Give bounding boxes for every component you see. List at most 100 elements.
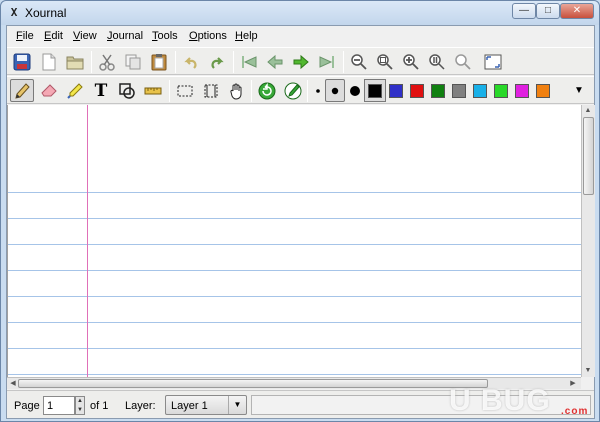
paste-button[interactable] — [147, 50, 171, 73]
layer-select[interactable]: Layer 1 ▼ — [165, 395, 247, 415]
copy-button[interactable] — [121, 50, 145, 73]
margin-line — [87, 105, 88, 377]
client-area: File Edit View Journal Tools Options Hel… — [6, 25, 595, 419]
color-green-button[interactable] — [431, 84, 445, 98]
menu-journal[interactable]: Journal — [107, 30, 143, 42]
toolbar-separator — [307, 80, 308, 102]
menu-view[interactable]: View — [73, 30, 97, 42]
color-magenta-button[interactable] — [515, 84, 529, 98]
color-orange-button[interactable] — [536, 84, 550, 98]
menu-bar: File Edit View Journal Tools Options Hel… — [7, 26, 594, 47]
highlighter-tool-button[interactable] — [63, 79, 87, 102]
hand-icon — [230, 83, 242, 100]
zoom-fit-icon — [377, 53, 393, 70]
thickness-thick-icon — [350, 85, 360, 96]
ruler-button[interactable] — [141, 79, 165, 102]
default-tool-button[interactable] — [255, 79, 279, 102]
page-spinner[interactable]: ▲ ▼ — [75, 396, 85, 415]
chevron-down-icon: ▼ — [574, 85, 584, 96]
pen-tool-button[interactable] — [10, 79, 34, 102]
zoom-custom-button[interactable] — [451, 50, 475, 73]
first-page-icon — [242, 55, 257, 68]
menu-help[interactable]: Help — [235, 30, 258, 42]
menu-file[interactable]: File — [16, 30, 34, 42]
color-light-green-button[interactable] — [494, 84, 508, 98]
thickness-fine-button[interactable] — [310, 79, 326, 102]
highlighter-icon — [67, 82, 83, 99]
eraser-tool-button[interactable] — [37, 79, 61, 102]
menu-options[interactable]: Options — [189, 30, 227, 42]
cut-button[interactable] — [95, 50, 119, 73]
default-pen-button[interactable] — [281, 79, 305, 102]
save-button[interactable] — [10, 50, 34, 73]
select-region-button[interactable] — [199, 79, 223, 102]
eraser-icon — [41, 83, 57, 96]
xournal-app-icon: X — [10, 6, 18, 19]
cut-icon — [99, 54, 115, 71]
chevron-down-icon: ▼ — [228, 396, 246, 414]
thickness-thick-button[interactable] — [345, 79, 365, 102]
scroll-down-arrow-icon[interactable]: ▼ — [582, 365, 594, 376]
last-page-button[interactable] — [315, 50, 339, 73]
fullscreen-icon — [484, 54, 502, 69]
color-blue-button[interactable] — [389, 84, 403, 98]
color-red-button[interactable] — [410, 84, 424, 98]
toolbar-separator — [343, 51, 344, 73]
main-toolbar — [7, 47, 594, 75]
color-black-button[interactable] — [368, 84, 382, 98]
color-gray-button[interactable] — [452, 84, 466, 98]
horizontal-scroll-thumb[interactable] — [18, 379, 488, 388]
shape-recognizer-button[interactable] — [115, 79, 139, 102]
maximize-button[interactable]: □ — [536, 3, 560, 19]
select-rectangle-button[interactable] — [173, 79, 197, 102]
page-number-input[interactable] — [43, 396, 75, 415]
menu-tools[interactable]: Tools — [152, 30, 178, 42]
zoom-in-button[interactable] — [399, 50, 423, 73]
redo-button[interactable] — [205, 50, 229, 73]
toolbar-separator — [251, 80, 252, 102]
ruled-line — [8, 218, 581, 219]
new-button[interactable] — [37, 50, 61, 73]
default-pen-icon — [284, 82, 302, 99]
thickness-medium-icon — [331, 87, 339, 94]
toolbar-separator — [91, 51, 92, 73]
undo-button[interactable] — [179, 50, 203, 73]
next-page-button[interactable] — [289, 50, 313, 73]
zoom-100-button[interactable] — [425, 50, 449, 73]
color-light-blue-button[interactable] — [473, 84, 487, 98]
text-icon: T — [94, 80, 108, 101]
toolbar-overflow-button[interactable]: ▼ — [570, 79, 588, 102]
zoom-custom-icon — [455, 53, 471, 70]
scroll-up-arrow-icon[interactable]: ▲ — [582, 105, 594, 116]
thickness-medium-button[interactable] — [325, 79, 345, 102]
ruled-line — [8, 322, 581, 323]
hand-tool-button[interactable] — [225, 79, 249, 102]
previous-page-button[interactable] — [263, 50, 287, 73]
zoom-in-icon — [403, 53, 419, 70]
title-bar[interactable]: X Xournal — □ ✕ — [1, 1, 599, 25]
minimize-button[interactable]: — — [512, 3, 536, 19]
vertical-scrollbar[interactable]: ▲ ▼ — [581, 105, 595, 377]
menu-edit[interactable]: Edit — [44, 30, 63, 42]
zoom-out-button[interactable] — [347, 50, 371, 73]
fullscreen-button[interactable] — [481, 50, 505, 73]
undo-icon — [184, 56, 197, 69]
watermark-suffix: .com — [561, 406, 589, 417]
text-tool-button[interactable]: T — [89, 79, 113, 102]
first-page-button[interactable] — [237, 50, 261, 73]
page-count-label: of 1 — [90, 400, 109, 412]
vertical-scroll-thumb[interactable] — [583, 117, 594, 195]
thickness-fine-icon — [316, 88, 320, 93]
zoom-fit-button[interactable] — [373, 50, 397, 73]
zoom-100-icon — [429, 53, 445, 70]
zoom-out-icon — [351, 53, 367, 70]
toolbar-separator — [169, 80, 170, 102]
tools-toolbar: T ▼ — [7, 76, 594, 104]
paste-icon — [151, 53, 167, 70]
open-button[interactable] — [63, 50, 87, 73]
next-page-icon — [293, 54, 309, 69]
last-page-icon — [319, 55, 334, 68]
select-rectangle-icon — [177, 85, 193, 96]
close-button[interactable]: ✕ — [560, 3, 594, 19]
journal-page-canvas[interactable] — [7, 105, 581, 377]
